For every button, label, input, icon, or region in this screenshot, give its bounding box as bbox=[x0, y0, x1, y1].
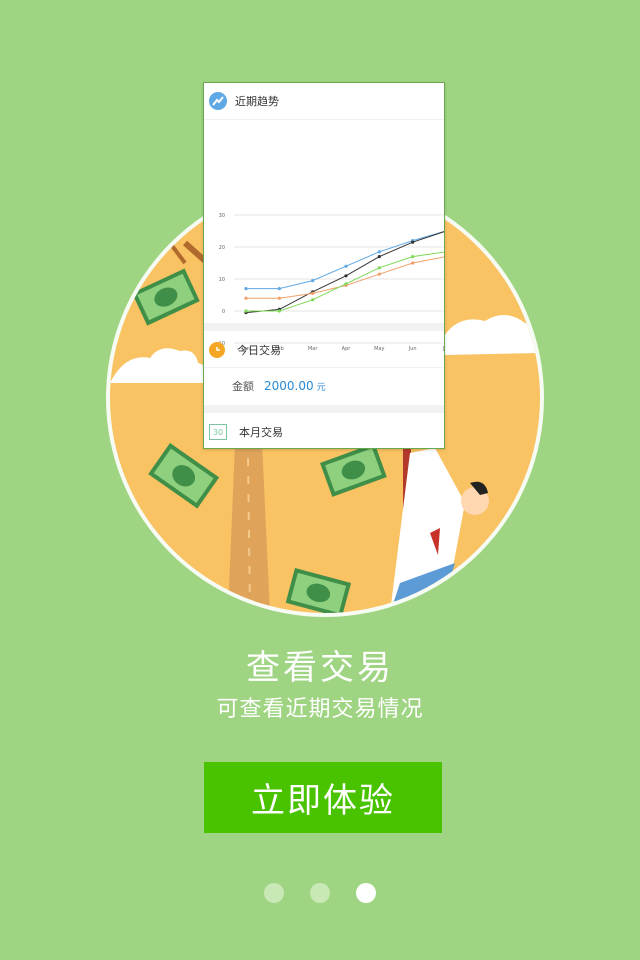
amount-row: 金额 2000.00 元 bbox=[204, 368, 444, 404]
page-dot-3-active[interactable] bbox=[356, 883, 376, 903]
page-dot-1[interactable] bbox=[264, 883, 284, 903]
data-point bbox=[344, 274, 348, 278]
page-dot-2[interactable] bbox=[310, 883, 330, 903]
trend-title: 近期趋势 bbox=[235, 95, 279, 108]
data-point bbox=[277, 287, 281, 291]
today-title: 今日交易 bbox=[237, 344, 281, 357]
section-divider bbox=[204, 405, 444, 413]
data-point bbox=[277, 296, 281, 300]
section-divider bbox=[204, 323, 444, 331]
clock-icon bbox=[209, 342, 225, 358]
data-point bbox=[411, 255, 415, 259]
data-point bbox=[377, 266, 381, 270]
month-title: 本月交易 bbox=[239, 426, 283, 439]
y-tick-label: 0 bbox=[222, 309, 225, 315]
page-subtitle: 可查看近期交易情况 bbox=[216, 697, 424, 722]
amount-label: 金额 bbox=[232, 380, 254, 393]
series-line-2 bbox=[245, 231, 444, 314]
data-point bbox=[311, 291, 315, 295]
month-section-header[interactable]: 30 本月交易 bbox=[204, 415, 444, 448]
series-line-1 bbox=[246, 231, 444, 290]
series-line-3 bbox=[246, 256, 444, 299]
data-point bbox=[411, 261, 415, 265]
y-tick-label: 20 bbox=[219, 245, 225, 251]
data-point bbox=[277, 309, 281, 313]
trend-header: 近期趋势 bbox=[204, 83, 444, 120]
data-point bbox=[377, 250, 381, 254]
data-point bbox=[244, 296, 248, 300]
data-point bbox=[444, 255, 445, 258]
page-indicator bbox=[0, 883, 640, 905]
data-point bbox=[244, 287, 248, 291]
data-point bbox=[311, 279, 315, 283]
data-point bbox=[444, 229, 445, 232]
onboarding-screen: 近期趋势 3020100-10JanFebMarAprMayJunJul 今日交… bbox=[0, 0, 640, 960]
try-now-button[interactable]: 立即体验 bbox=[204, 762, 442, 833]
amount-unit: 元 bbox=[316, 382, 326, 393]
data-point bbox=[411, 240, 415, 244]
y-tick-label: 30 bbox=[219, 213, 225, 219]
calendar-icon: 30 bbox=[209, 424, 227, 440]
trend-chart-icon bbox=[209, 92, 227, 110]
amount-value: 2000.00 bbox=[264, 379, 314, 393]
today-section-header[interactable]: 今日交易 bbox=[204, 333, 444, 368]
data-point bbox=[444, 229, 445, 232]
data-point bbox=[311, 298, 315, 302]
series-line-4 bbox=[246, 251, 444, 312]
phone-preview-card: 近期趋势 3020100-10JanFebMarAprMayJunJul 今日交… bbox=[203, 82, 445, 449]
page-title: 查看交易 bbox=[246, 648, 394, 688]
data-point bbox=[377, 255, 381, 259]
data-point bbox=[344, 264, 348, 268]
data-point bbox=[444, 250, 445, 253]
data-point bbox=[244, 309, 248, 313]
y-tick-label: 10 bbox=[219, 277, 225, 283]
data-point bbox=[344, 282, 348, 286]
data-point bbox=[377, 272, 381, 276]
